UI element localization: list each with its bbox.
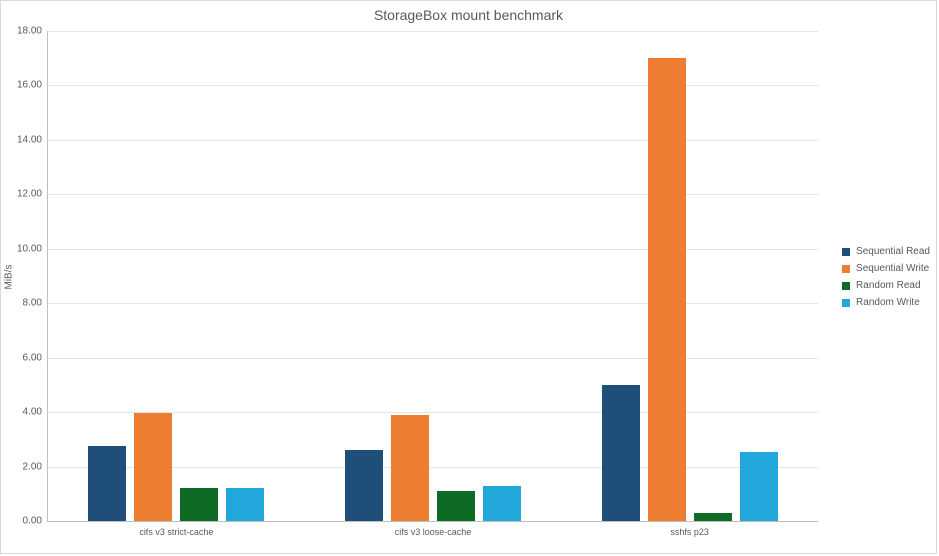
bar	[437, 491, 475, 521]
bar	[483, 486, 521, 521]
bar	[88, 446, 126, 521]
legend-item: Sequential Write	[842, 263, 930, 274]
legend-swatch	[842, 282, 850, 290]
bar	[602, 385, 640, 521]
legend-swatch	[842, 265, 850, 273]
y-tick-label: 4.00	[23, 407, 42, 418]
y-tick-label: 8.00	[23, 298, 42, 309]
chart-title: StorageBox mount benchmark	[1, 7, 936, 23]
bar	[740, 452, 778, 521]
y-axis-label: MiB/s	[4, 265, 15, 290]
legend-label: Sequential Read	[856, 246, 930, 257]
legend: Sequential Read Sequential Write Random Re…	[842, 240, 930, 314]
bar	[134, 413, 172, 521]
plot-area: 0.002.004.006.008.0010.0012.0014.0016.00…	[47, 31, 818, 522]
y-tick-label: 12.00	[17, 189, 42, 200]
legend-item: Random Write	[842, 297, 930, 308]
legend-item: Sequential Read	[842, 246, 930, 257]
y-tick-label: 18.00	[17, 26, 42, 37]
legend-label: Random Read	[856, 280, 920, 291]
category-label: cifs v3 strict-cache	[48, 527, 305, 537]
category-group: sshfs p23	[561, 31, 818, 521]
bar	[694, 513, 732, 521]
category-label: sshfs p23	[561, 527, 818, 537]
bar	[345, 450, 383, 521]
y-tick-label: 10.00	[17, 243, 42, 254]
category-label: cifs v3 loose-cache	[305, 527, 562, 537]
category-group: cifs v3 strict-cache	[48, 31, 305, 521]
bar	[226, 488, 264, 521]
y-tick-label: 6.00	[23, 352, 42, 363]
chart-frame: StorageBox mount benchmark MiB/s 0.002.0…	[0, 0, 937, 554]
y-tick-label: 16.00	[17, 80, 42, 91]
legend-label: Sequential Write	[856, 263, 929, 274]
bar	[180, 488, 218, 521]
bar	[391, 415, 429, 521]
y-tick-label: 0.00	[23, 516, 42, 527]
legend-item: Random Read	[842, 280, 930, 291]
bar	[648, 58, 686, 521]
y-tick-label: 2.00	[23, 461, 42, 472]
legend-swatch	[842, 248, 850, 256]
y-tick-label: 14.00	[17, 134, 42, 145]
legend-label: Random Write	[856, 297, 920, 308]
legend-swatch	[842, 299, 850, 307]
category-group: cifs v3 loose-cache	[305, 31, 562, 521]
